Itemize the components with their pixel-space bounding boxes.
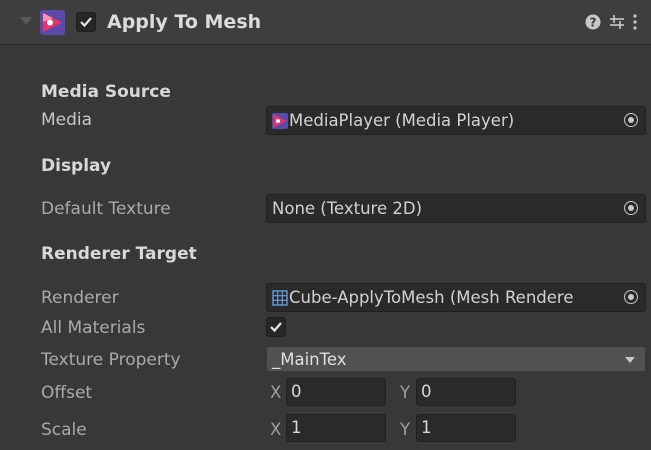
- scale-x-value: 1: [291, 418, 302, 437]
- default-texture-label: Default Texture: [41, 199, 171, 219]
- mesh-renderer-icon: [272, 290, 288, 306]
- texture-property-dropdown[interactable]: _MainTex: [266, 346, 646, 372]
- media-picker-button[interactable]: [617, 107, 645, 134]
- avpro-logo-icon: [40, 10, 65, 35]
- component-enabled-checkbox[interactable]: [76, 12, 96, 32]
- scale-label: Scale: [41, 420, 87, 440]
- object-picker-icon: [624, 113, 638, 127]
- offset-y-label[interactable]: Y: [400, 383, 410, 402]
- scale-y-label[interactable]: Y: [400, 420, 410, 439]
- section-display: Display: [41, 156, 112, 176]
- scale-x-input[interactable]: 1: [286, 414, 386, 442]
- texture-property-value: _MainTex: [272, 350, 347, 369]
- chevron-down-icon: [625, 357, 635, 363]
- default-texture-field[interactable]: None (Texture 2D): [266, 194, 646, 223]
- offset-y-value: 0: [421, 382, 432, 401]
- offset-x-label[interactable]: X: [270, 383, 281, 402]
- scale-y-value: 1: [421, 418, 432, 437]
- default-texture-value: None (Texture 2D): [272, 199, 423, 218]
- checkmark-icon: [270, 322, 282, 333]
- media-object-field[interactable]: MediaPlayer (Media Player): [266, 106, 646, 135]
- media-value: MediaPlayer (Media Player): [289, 111, 515, 130]
- kebab-menu-icon[interactable]: [632, 13, 638, 31]
- all-materials-label: All Materials: [41, 318, 146, 338]
- section-renderer-target: Renderer Target: [41, 244, 197, 264]
- svg-text:?: ?: [590, 16, 597, 30]
- offset-x-value: 0: [291, 382, 302, 401]
- all-materials-checkbox[interactable]: [266, 317, 286, 337]
- scale-y-input[interactable]: 1: [416, 414, 516, 442]
- component-title: Apply To Mesh: [107, 11, 262, 33]
- presets-icon[interactable]: [609, 14, 625, 30]
- offset-x-input[interactable]: 0: [286, 378, 386, 406]
- renderer-value: Cube-ApplyToMesh (Mesh Rendere: [289, 288, 574, 307]
- section-media-source: Media Source: [41, 82, 171, 102]
- object-picker-icon: [624, 290, 638, 304]
- help-icon[interactable]: ?: [585, 14, 601, 30]
- object-picker-icon: [624, 201, 638, 215]
- renderer-label: Renderer: [41, 288, 119, 308]
- offset-label: Offset: [41, 383, 93, 403]
- renderer-picker-button[interactable]: [617, 284, 645, 311]
- component-header: Apply To Mesh ?: [0, 0, 651, 45]
- media-label: Media: [41, 110, 93, 130]
- offset-y-input[interactable]: 0: [416, 378, 516, 406]
- media-player-icon: [272, 113, 288, 129]
- scale-x-label[interactable]: X: [270, 420, 281, 439]
- texture-property-label: Texture Property: [41, 350, 181, 370]
- renderer-object-field[interactable]: Cube-ApplyToMesh (Mesh Rendere: [266, 283, 646, 312]
- foldout-arrow-icon[interactable]: [20, 17, 32, 25]
- default-texture-picker-button[interactable]: [617, 195, 645, 222]
